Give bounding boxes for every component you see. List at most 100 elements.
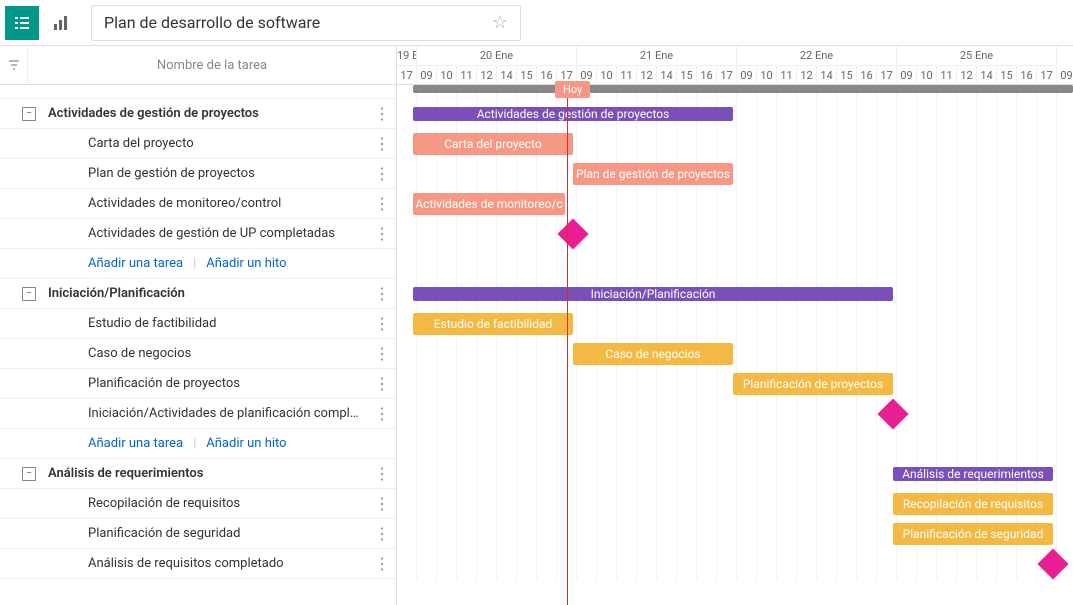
timeline-day: 25 Ene — [897, 46, 1057, 66]
today-line — [567, 85, 568, 605]
task-row[interactable]: Plan de gestión de proyectos⋮ — [0, 159, 396, 189]
gantt-bar[interactable]: Actividades de gestión de proyectos — [413, 107, 733, 121]
task-name: Plan de gestión de proyectos — [88, 166, 372, 181]
gantt-bar[interactable]: Carta del proyecto — [413, 133, 573, 155]
gantt-bar[interactable]: Planificación de seguridad — [893, 523, 1053, 545]
task-name: Iniciación/Planificación — [48, 286, 372, 301]
task-row[interactable]: Actividades de gestión de UP completadas… — [0, 219, 396, 249]
row-menu-icon[interactable]: ⋮ — [372, 286, 392, 302]
row-menu-icon[interactable]: ⋮ — [372, 496, 392, 512]
row-menu-icon[interactable]: ⋮ — [372, 106, 392, 122]
project-title-input[interactable] — [104, 13, 492, 32]
task-list-panel: Nombre de la tarea −Actividades de gesti… — [0, 45, 397, 605]
timeline-hour: 14 — [657, 66, 677, 86]
gantt-bar[interactable]: Recopilación de requisitos — [893, 493, 1053, 515]
chart-view-button[interactable] — [44, 6, 78, 40]
task-name: Actividades de gestión de UP completadas — [88, 226, 372, 241]
row-menu-icon[interactable]: ⋮ — [372, 166, 392, 182]
gantt-bar[interactable]: Análisis de requerimientos — [893, 467, 1053, 481]
collapse-icon[interactable]: − — [22, 287, 36, 301]
task-name: Iniciación/Actividades de planificación … — [88, 406, 372, 421]
timeline-hour: 09 — [737, 66, 757, 86]
task-row[interactable]: −Actividades de gestión de proyectos⋮ — [0, 99, 396, 129]
timeline-hour: 09 — [417, 66, 437, 86]
gantt-bar[interactable]: Actividades de monitoreo/c — [413, 193, 565, 215]
task-row[interactable]: Actividades de monitoreo/control⋮ — [0, 189, 396, 219]
task-name: Análisis de requisitos completado — [88, 556, 372, 571]
add-milestone-link[interactable]: Añadir un hito — [206, 256, 286, 271]
task-row[interactable]: Análisis de requisitos completado⋮ — [0, 549, 396, 579]
gantt-row: Caso de negocios — [397, 339, 1073, 369]
timeline-hour: 14 — [497, 66, 517, 86]
gantt-bar[interactable]: Caso de negocios — [573, 343, 733, 365]
task-row[interactable]: Planificación de seguridad⋮ — [0, 519, 396, 549]
gantt-bar[interactable]: Planificación de proyectos — [733, 373, 893, 395]
timeline-hour: 14 — [817, 66, 837, 86]
task-name: Recopilación de requisitos — [88, 496, 372, 511]
task-row[interactable]: Carta del proyecto⋮ — [0, 129, 396, 159]
row-menu-icon[interactable]: ⋮ — [372, 136, 392, 152]
timeline-header: 19 Ene20 Ene21 Ene22 Ene25 Ene 170910111… — [397, 45, 1073, 85]
title-container: ☆ — [91, 5, 521, 41]
task-name: Caso de negocios — [88, 346, 372, 361]
filter-icon[interactable] — [0, 46, 28, 84]
timeline-hour: 16 — [697, 66, 717, 86]
gantt-panel: 19 Ene20 Ene21 Ene22 Ene25 Ene 170910111… — [397, 45, 1073, 605]
timeline-hour: 09 — [1057, 66, 1073, 86]
top-toolbar: ☆ — [0, 0, 1073, 45]
gantt-bar[interactable]: Iniciación/Planificación — [413, 287, 893, 301]
milestone-diamond[interactable] — [1037, 548, 1068, 579]
timeline-hour: 16 — [857, 66, 877, 86]
row-menu-icon[interactable]: ⋮ — [372, 526, 392, 542]
row-menu-icon[interactable]: ⋮ — [372, 316, 392, 332]
collapse-icon[interactable]: − — [22, 107, 36, 121]
task-row[interactable]: Estudio de factibilidad⋮ — [0, 309, 396, 339]
timeline-hour: 09 — [897, 66, 917, 86]
gantt-row: Estudio de factibilidad — [397, 309, 1073, 339]
gantt-row: Planificación de seguridad — [397, 519, 1073, 549]
list-view-button[interactable] — [5, 6, 39, 40]
milestone-diamond[interactable] — [557, 218, 588, 249]
gantt-row — [397, 399, 1073, 429]
timeline-hour: 15 — [837, 66, 857, 86]
row-menu-icon[interactable]: ⋮ — [372, 556, 392, 572]
timeline-hour: 15 — [517, 66, 537, 86]
timeline-hour: 17 — [877, 66, 897, 86]
timeline-hour: 10 — [437, 66, 457, 86]
task-row[interactable]: Planificación de proyectos⋮ — [0, 369, 396, 399]
row-menu-icon[interactable]: ⋮ — [372, 376, 392, 392]
timeline-overview[interactable] — [413, 85, 1073, 93]
row-menu-icon[interactable]: ⋮ — [372, 406, 392, 422]
row-menu-icon[interactable]: ⋮ — [372, 196, 392, 212]
task-row[interactable]: −Iniciación/Planificación⋮ — [0, 279, 396, 309]
task-row[interactable]: Caso de negocios⋮ — [0, 339, 396, 369]
task-name: Análisis de requerimientos — [48, 466, 372, 481]
timeline-hour: 10 — [597, 66, 617, 86]
add-task-link[interactable]: Añadir una tarea — [88, 256, 183, 271]
milestone-diamond[interactable] — [877, 398, 908, 429]
gantt-row: Iniciación/Planificación — [397, 279, 1073, 309]
row-menu-icon[interactable]: ⋮ — [372, 346, 392, 362]
timeline-hour: 16 — [1017, 66, 1037, 86]
gantt-row: Carta del proyecto — [397, 129, 1073, 159]
timeline-hour: 12 — [957, 66, 977, 86]
star-icon[interactable]: ☆ — [492, 12, 508, 33]
gantt-row — [397, 249, 1073, 279]
gantt-row: Recopilación de requisitos — [397, 489, 1073, 519]
timeline-hour: 15 — [677, 66, 697, 86]
row-menu-icon[interactable]: ⋮ — [372, 466, 392, 482]
task-row[interactable]: Iniciación/Actividades de planificación … — [0, 399, 396, 429]
gantt-bar[interactable]: Plan de gestión de proyectos — [573, 163, 733, 185]
timeline-day: 22 Ene — [737, 46, 897, 66]
row-menu-icon[interactable]: ⋮ — [372, 226, 392, 242]
add-milestone-link[interactable]: Añadir un hito — [206, 436, 286, 451]
task-row[interactable]: Recopilación de requisitos⋮ — [0, 489, 396, 519]
collapse-icon[interactable]: − — [22, 467, 36, 481]
task-name: Actividades de monitoreo/control — [88, 196, 372, 211]
timeline-day: 21 Ene — [577, 46, 737, 66]
gantt-row: Planificación de proyectos — [397, 369, 1073, 399]
task-row[interactable]: −Análisis de requerimientos⋮ — [0, 459, 396, 489]
add-task-link[interactable]: Añadir una tarea — [88, 436, 183, 451]
gantt-bar[interactable]: Estudio de factibilidad — [413, 313, 573, 335]
task-name: Carta del proyecto — [88, 136, 372, 151]
